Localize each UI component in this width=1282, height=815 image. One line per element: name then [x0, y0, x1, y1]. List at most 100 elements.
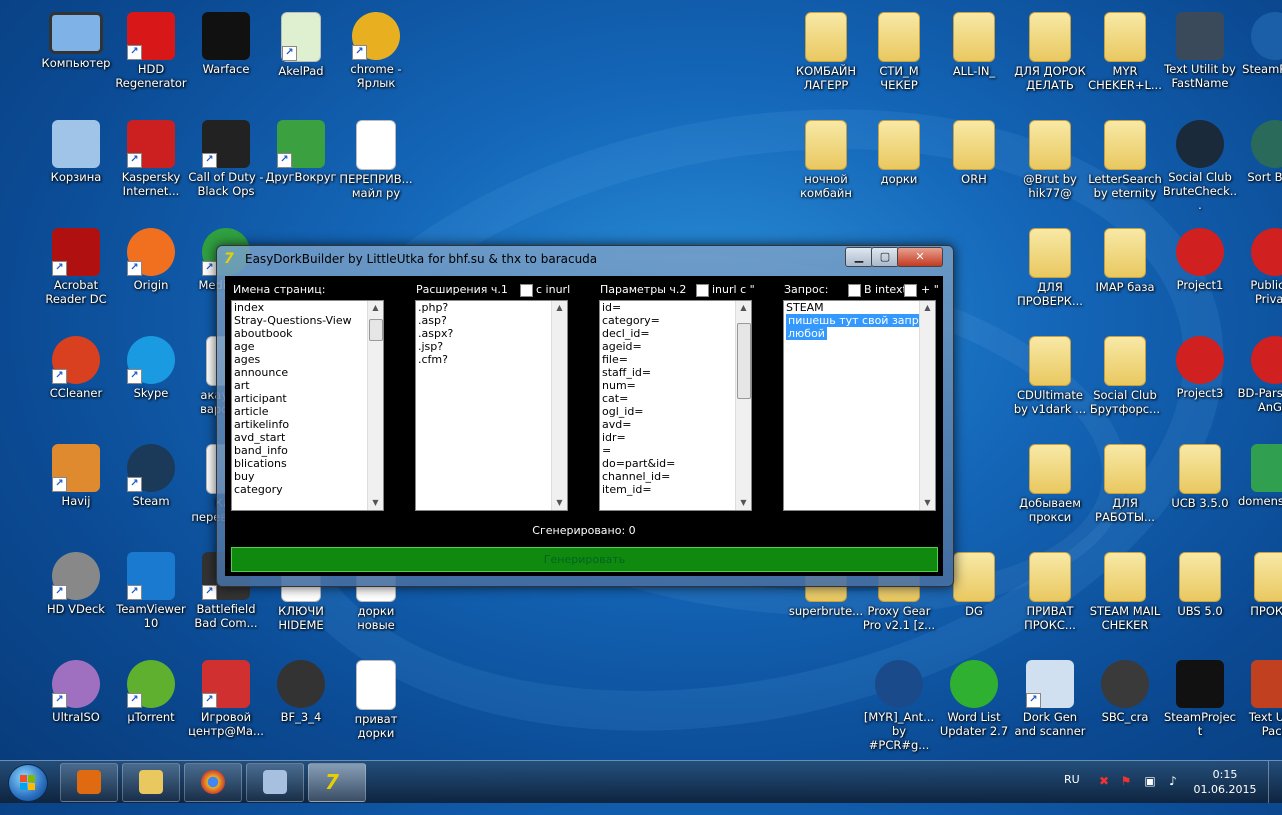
desktop-icon[interactable]: ↗ CCleaner — [38, 332, 114, 438]
desktop-icon[interactable]: приват дорки — [338, 656, 414, 762]
taskbar-easydorkbuilder[interactable]: 7 — [308, 763, 366, 802]
list-item[interactable]: channel_id= — [600, 470, 751, 483]
desktop-icon[interactable]: СТИ_М ЧЕКЕР — [861, 8, 937, 114]
list-item[interactable]: decl_id= — [600, 327, 751, 340]
list-item[interactable]: idr= — [600, 431, 751, 444]
desktop-icon[interactable]: ↗ µTorrent — [113, 656, 189, 762]
list-item[interactable]: staff_id= — [600, 366, 751, 379]
list-item[interactable]: art — [232, 379, 383, 392]
desktop-icon[interactable]: STEAM MAIL CHEKER — [1087, 548, 1163, 654]
list-item[interactable]: ages — [232, 353, 383, 366]
desktop-icon[interactable]: @Brut by hik77@ — [1012, 116, 1088, 222]
desktop-icon[interactable]: ↗ HD VDeck — [38, 548, 114, 654]
window-titlebar[interactable]: 7 EasyDorkBuilder by LittleUtka for bhf.… — [217, 246, 953, 272]
desktop-icon[interactable]: Project3 — [1162, 332, 1238, 438]
desktop-icon[interactable]: IMAP база — [1087, 224, 1163, 330]
scroll-down-icon[interactable]: ▼ — [552, 496, 567, 510]
list-item[interactable]: index — [232, 301, 383, 314]
scroll-up-icon[interactable]: ▲ — [920, 301, 935, 315]
desktop-icon[interactable]: [MYR]_Ant... by #PCR#g... — [861, 656, 937, 762]
taskbar-chrome[interactable] — [184, 763, 242, 802]
list-item[interactable]: avd_start — [232, 431, 383, 444]
scroll-thumb[interactable] — [369, 319, 383, 341]
list-item[interactable]: .jsp? — [416, 340, 567, 353]
list-item[interactable]: band_info — [232, 444, 383, 457]
desktop-icon[interactable]: ↗ Dork Gen and scanner — [1012, 656, 1088, 762]
desktop-icon[interactable]: ↗ ДругВокруг — [263, 116, 339, 222]
scroll-up-icon[interactable]: ▲ — [552, 301, 567, 315]
params-list[interactable]: id= category= decl_id= ageid= file= staff_id=… — [599, 300, 752, 511]
desktop-icon[interactable]: ночной комбайн — [788, 116, 864, 222]
desktop-icon[interactable]: ↗ Steam — [113, 440, 189, 546]
desktop-icon[interactable]: ↗ Skype — [113, 332, 189, 438]
params-scrollbar[interactable]: ▲ ▼ — [735, 301, 751, 510]
list-item[interactable]: age — [232, 340, 383, 353]
desktop-icon[interactable]: Добываем прокси — [1012, 440, 1088, 546]
page-names-list[interactable]: index Stray-Questions-View aboutbook age age… — [231, 300, 384, 511]
easydorkbuilder-window[interactable]: 7 EasyDorkBuilder by LittleUtka for bhf.… — [216, 245, 954, 587]
action-center-icon[interactable]: ▣ — [1143, 774, 1157, 788]
close-button[interactable]: ✕ — [897, 247, 943, 267]
inurl-checkbox[interactable] — [520, 284, 533, 297]
desktop-icon[interactable]: MYR CHEKER+L... — [1087, 8, 1163, 114]
quote-checkbox[interactable] — [904, 284, 917, 297]
scroll-down-icon[interactable]: ▼ — [736, 496, 751, 510]
list-item[interactable]: = — [600, 444, 751, 457]
query-scrollbar[interactable]: ▲ ▼ — [919, 301, 935, 510]
desktop-icon[interactable]: Social Club BruteCheck... — [1162, 116, 1238, 222]
desktop-icon[interactable]: BD-Parser by AnGel — [1237, 332, 1282, 438]
list-item[interactable]: .asp? — [416, 314, 567, 327]
desktop-icon[interactable]: ORH — [936, 116, 1012, 222]
volume-icon[interactable]: ♪ — [1166, 774, 1180, 788]
start-button[interactable] — [8, 764, 48, 802]
desktop-icon[interactable]: ↗ AkelPad — [263, 8, 339, 114]
desktop-icon[interactable]: Sort Base — [1237, 116, 1282, 222]
desktop-icon[interactable]: Social Club Брутфорс... — [1087, 332, 1163, 438]
desktop-icon[interactable]: ↗ HDD Regenerator — [113, 8, 189, 114]
maximize-button[interactable]: ▢ — [871, 247, 899, 267]
page-names-scrollbar[interactable]: ▲ ▼ — [367, 301, 383, 510]
desktop-icon[interactable]: SteamProject — [1162, 656, 1238, 762]
desktop-icon[interactable]: ПРИВАТ ПРОКС... — [1012, 548, 1088, 654]
desktop-icon[interactable]: Public to Private — [1237, 224, 1282, 330]
desktop-icon[interactable]: ДЛЯ ПРОВЕРК... — [1012, 224, 1088, 330]
desktop-icon[interactable]: ↗ Origin — [113, 224, 189, 330]
desktop-icon[interactable]: Project1 — [1162, 224, 1238, 330]
scroll-down-icon[interactable]: ▼ — [368, 496, 383, 510]
list-item[interactable]: buy — [232, 470, 383, 483]
scroll-thumb[interactable] — [737, 323, 751, 399]
desktop-icon[interactable]: domensorter — [1237, 440, 1282, 546]
list-item[interactable]: id= — [600, 301, 751, 314]
clock[interactable]: 0:15 01.06.2015 — [1190, 767, 1260, 797]
scroll-up-icon[interactable]: ▲ — [736, 301, 751, 315]
desktop-icon[interactable]: Корзина — [38, 116, 114, 222]
desktop-icon[interactable]: CDUltimate by v1dark ... — [1012, 332, 1088, 438]
generate-button[interactable]: Генерировать — [231, 547, 938, 572]
desktop-icon[interactable]: КОМБАЙН ЛАГЕРР — [788, 8, 864, 114]
desktop-icon[interactable]: ДЛЯ ДОРОК ДЕЛАТЬ — [1012, 8, 1088, 114]
desktop-icon[interactable]: Text Utils Pack — [1237, 656, 1282, 762]
desktop-icon[interactable]: UBS 5.0 — [1162, 548, 1238, 654]
list-item[interactable]: STEAM — [784, 301, 935, 314]
flag-warning-icon[interactable]: ⚑ — [1119, 774, 1133, 788]
list-item[interactable]: item_id= — [600, 483, 751, 496]
desktop-icon[interactable]: BF_3_4 — [263, 656, 339, 762]
list-item[interactable]: .aspx? — [416, 327, 567, 340]
list-item[interactable]: announce — [232, 366, 383, 379]
list-item[interactable]: .cfm? — [416, 353, 567, 366]
list-item[interactable]: Stray-Questions-View — [232, 314, 383, 327]
show-desktop-button[interactable] — [1268, 761, 1282, 803]
desktop-icon[interactable]: ↗ Havij — [38, 440, 114, 546]
desktop-icon[interactable]: ↗ Acrobat Reader DC — [38, 224, 114, 330]
desktop-icon[interactable]: ПРОКСИ — [1237, 548, 1282, 654]
scroll-up-icon[interactable]: ▲ — [368, 301, 383, 315]
list-item[interactable]: articipant — [232, 392, 383, 405]
network-warning-icon[interactable]: ✖ — [1097, 774, 1111, 788]
list-item[interactable]: category — [232, 483, 383, 496]
extensions-scrollbar[interactable]: ▲ ▼ — [551, 301, 567, 510]
list-item[interactable]: aboutbook — [232, 327, 383, 340]
extensions-list[interactable]: .php? .asp? .aspx? .jsp? .cfm? ▲ ▼ — [415, 300, 568, 511]
desktop-icon[interactable]: LetterSearch by eternity — [1087, 116, 1163, 222]
desktop-icon[interactable]: SteamProje — [1237, 8, 1282, 114]
desktop-icon[interactable]: ↗ TeamViewer 10 — [113, 548, 189, 654]
